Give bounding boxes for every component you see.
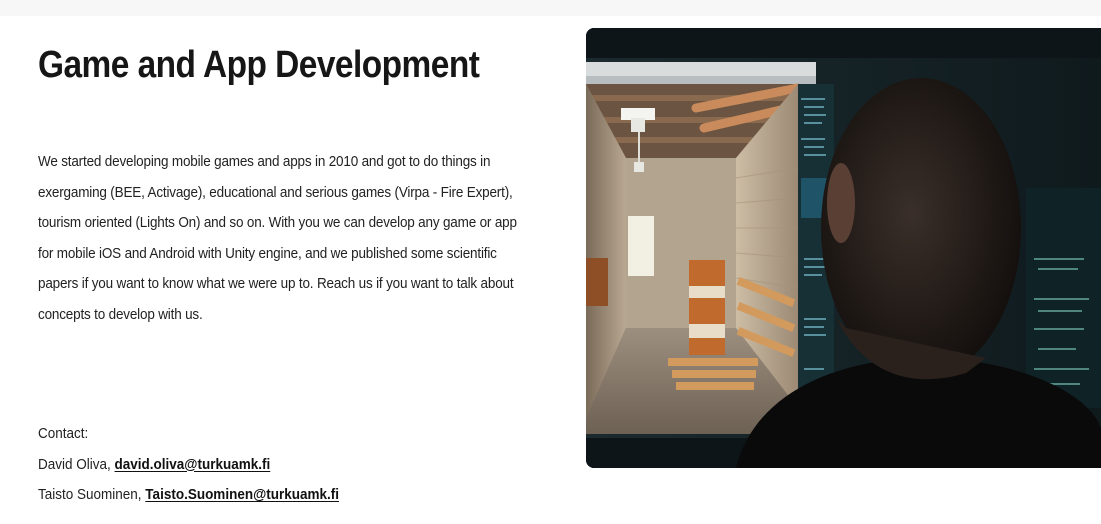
contact-name: Taisto Suominen, xyxy=(38,486,146,503)
barrel xyxy=(689,260,725,355)
paragraph-line: concepts to develop with us. xyxy=(38,305,203,323)
contact-row: Taisto Suominen, Taisto.Suominen@turkuam… xyxy=(38,480,506,511)
contact-name: David Oliva, xyxy=(38,455,115,473)
intro-paragraph: We started developing mobile games and a… xyxy=(38,147,558,330)
page-title: Game and App Development xyxy=(38,44,480,86)
top-strip xyxy=(0,0,1101,16)
paragraph-line: tourism oriented (Lights On) and so on. … xyxy=(38,214,517,231)
contact-row: David Oliva, david.oliva@turkuamk.fi xyxy=(38,450,506,481)
contact-label: Contact: xyxy=(38,425,89,442)
paragraph-line: exergaming (BEE, Activage), educational … xyxy=(38,183,513,201)
main-content: Game and App Development xyxy=(38,42,558,88)
contact-section: Contact: David Oliva, david.oliva@turkua… xyxy=(38,419,558,511)
game-engine-photo-illustration xyxy=(586,28,1101,468)
email-link[interactable]: Taisto.Suominen@turkuamk.fi xyxy=(145,486,339,503)
paragraph-line: papers if you want to know what we were … xyxy=(38,275,514,292)
hero-photo xyxy=(586,28,1101,468)
email-link[interactable]: david.oliva@turkuamk.fi xyxy=(115,456,271,473)
paragraph-line: for mobile iOS and Android with Unity en… xyxy=(38,244,497,262)
paragraph-line: We started developing mobile games and a… xyxy=(38,153,491,170)
